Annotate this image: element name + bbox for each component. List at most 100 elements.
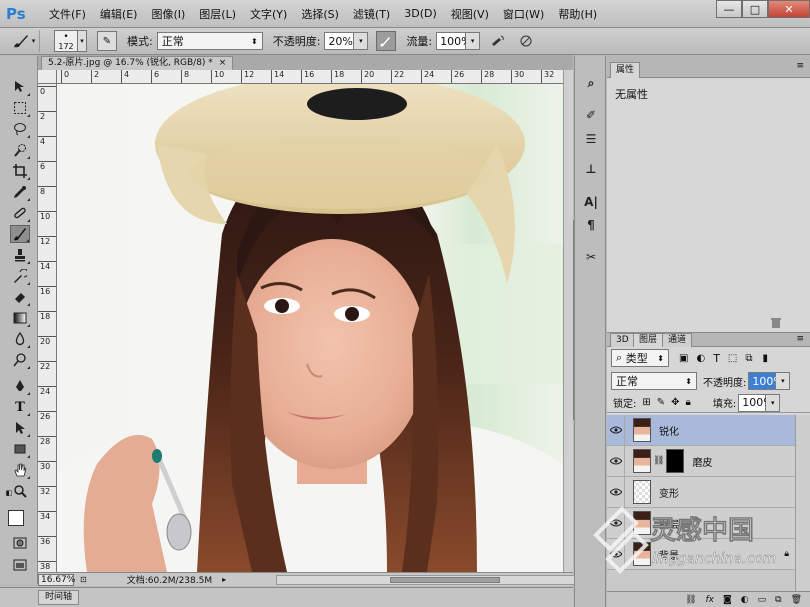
blur-tool[interactable] xyxy=(10,330,30,348)
layer-blend-mode-select[interactable]: 正常 ⬍ xyxy=(611,372,697,390)
move-tool[interactable] xyxy=(10,78,30,96)
layer-thumbnail[interactable] xyxy=(633,480,651,504)
eraser-tool[interactable] xyxy=(10,288,30,306)
tab-layers[interactable]: 图层 xyxy=(633,333,664,347)
gradient-tool[interactable] xyxy=(10,309,30,327)
adjustments-button[interactable]: ☰ xyxy=(580,128,602,150)
paragraph-panel-button[interactable]: ¶ xyxy=(580,214,602,236)
layer-row[interactable]: 背景 🔒︎ xyxy=(607,538,795,570)
pen-tool[interactable] xyxy=(10,377,30,395)
quick-selection-tool[interactable] xyxy=(10,141,30,159)
tool-preset-picker[interactable]: ▾ xyxy=(8,30,40,52)
layer-row[interactable]: 图层 xyxy=(607,507,795,539)
close-button[interactable]: ✕ xyxy=(768,0,810,18)
canvas-horizontal-scrollbar[interactable] xyxy=(276,575,594,585)
tab-3d[interactable]: 3D xyxy=(610,333,635,347)
layer-mask-thumbnail[interactable] xyxy=(666,449,685,473)
pressure-size-button[interactable] xyxy=(516,31,536,51)
lock-position-icon[interactable]: ✥ xyxy=(671,397,679,408)
filter-smart-object-icon[interactable]: ⧉ xyxy=(745,353,752,364)
layer-thumbnail[interactable] xyxy=(633,449,651,473)
delete-layer-icon[interactable]: 🗑︎ xyxy=(791,595,802,605)
menu-image[interactable]: 图像(I) xyxy=(144,6,192,22)
layer-opacity-field[interactable]: 100% xyxy=(748,372,784,390)
history-brush-tool[interactable] xyxy=(10,267,30,285)
new-layer-icon[interactable]: ⧉ xyxy=(775,595,781,605)
zoom-field[interactable]: 16.67% xyxy=(38,573,75,586)
lock-pixels-icon[interactable]: ✎ xyxy=(657,397,665,408)
eyedropper-tool[interactable] xyxy=(10,183,30,201)
ruler-origin[interactable] xyxy=(38,70,57,84)
visibility-eye-icon[interactable] xyxy=(607,414,625,446)
menu-window[interactable]: 窗口(W) xyxy=(496,6,551,22)
timeline-tab[interactable]: 时间轴 xyxy=(38,590,80,605)
clone-stamp-tool[interactable] xyxy=(10,246,30,264)
layer-thumbnail[interactable] xyxy=(633,511,651,535)
scrollbar-thumb[interactable] xyxy=(390,577,500,583)
adjustment-layer-icon[interactable]: ◐ xyxy=(741,595,749,605)
menu-type[interactable]: 文字(Y) xyxy=(243,6,294,22)
layer-row[interactable]: 变形 xyxy=(607,476,795,508)
layer-filter-select[interactable]: ⌕ 类型 ⬍ xyxy=(611,349,669,367)
layers-scrollbar[interactable] xyxy=(795,415,810,591)
visibility-eye-icon[interactable] xyxy=(607,538,625,570)
status-menu-arrow-icon[interactable]: ▸ xyxy=(222,575,226,584)
airbrush-button[interactable] xyxy=(488,31,508,51)
brush-picker-dropdown[interactable]: ▾ xyxy=(78,30,87,52)
menu-edit[interactable]: 编辑(E) xyxy=(93,6,145,22)
marquee-tool[interactable] xyxy=(10,99,30,117)
quick-mask-button[interactable] xyxy=(10,534,30,552)
brush-tool[interactable] xyxy=(10,225,30,243)
layer-row[interactable]: ⛓ 磨皮 xyxy=(607,445,795,477)
blend-mode-select[interactable]: 正常 ⬍ xyxy=(156,32,263,50)
lasso-tool[interactable] xyxy=(10,120,30,138)
fill-slider-button[interactable]: ▾ xyxy=(766,393,781,412)
link-layers-icon[interactable]: ⛓ xyxy=(685,595,696,605)
canvas-vertical-scrollbar[interactable] xyxy=(563,70,580,572)
type-tool[interactable]: T xyxy=(10,398,30,416)
tab-properties[interactable]: 属性 xyxy=(610,62,641,78)
layer-opacity-slider-button[interactable]: ▾ xyxy=(776,372,791,390)
maximize-button[interactable]: □ xyxy=(742,0,768,18)
new-group-icon[interactable]: ▭ xyxy=(758,595,767,605)
menu-filter[interactable]: 滤镜(T) xyxy=(346,6,397,22)
close-tab-icon[interactable]: × xyxy=(219,57,227,70)
menu-help[interactable]: 帮助(H) xyxy=(551,6,604,22)
screen-mode-button[interactable] xyxy=(10,556,30,574)
filter-toggle-icon[interactable]: ▮ xyxy=(763,353,769,364)
filter-shape-icon[interactable]: ⬚ xyxy=(728,353,737,364)
visibility-eye-icon[interactable] xyxy=(607,507,625,539)
path-selection-tool[interactable] xyxy=(10,419,30,437)
opacity-slider-button[interactable]: ▾ xyxy=(354,32,369,50)
flow-slider-button[interactable]: ▾ xyxy=(466,32,481,50)
lock-transparent-icon[interactable]: ⊞ xyxy=(642,397,650,408)
opacity-field[interactable]: 20% xyxy=(324,32,355,50)
vertical-ruler[interactable]: 0 2 4 6 8 10 12 14 16 18 20 22 24 26 28 30 32 34 36 38 xyxy=(38,84,57,572)
filter-type-icon[interactable]: T xyxy=(713,352,720,365)
menu-layer[interactable]: 图层(L) xyxy=(192,6,243,22)
character-panel-button[interactable]: A| xyxy=(580,191,602,213)
brush-size-picker[interactable]: • 172 xyxy=(54,30,78,52)
filter-pixel-icon[interactable]: ▣ xyxy=(679,353,688,364)
document-tab[interactable]: 5.2-原片.jpg @ 16.7% (锐化, RGB/8) * × xyxy=(41,56,234,70)
trash-icon[interactable] xyxy=(770,318,782,328)
pressure-opacity-button[interactable] xyxy=(376,31,397,51)
menu-file[interactable]: 文件(F) xyxy=(42,6,93,22)
panel-menu-icon[interactable]: ≡ xyxy=(796,334,804,344)
filter-adjustment-icon[interactable]: ◐ xyxy=(696,353,705,364)
default-colors-button[interactable]: ◧ xyxy=(4,488,14,498)
layer-row[interactable]: 锐化 xyxy=(607,414,795,446)
menu-view[interactable]: 视图(V) xyxy=(444,6,496,22)
lock-all-icon[interactable]: 🔒︎ xyxy=(686,397,691,408)
canvas-area[interactable] xyxy=(57,84,563,572)
menu-select[interactable]: 选择(S) xyxy=(294,6,346,22)
tool-presets-button[interactable]: ✂ xyxy=(580,246,602,268)
clone-source-button[interactable]: ⊥ xyxy=(580,158,602,180)
visibility-eye-icon[interactable] xyxy=(607,476,625,508)
layer-thumbnail[interactable] xyxy=(633,542,651,566)
brush-presets-button[interactable]: ✐ xyxy=(580,104,602,126)
healing-brush-tool[interactable] xyxy=(10,204,30,222)
dodge-tool[interactable] xyxy=(10,351,30,369)
horizontal-ruler[interactable]: 0 2 4 6 8 10 12 14 16 18 20 22 24 26 28 30 32 xyxy=(57,70,563,84)
layer-thumbnail[interactable] xyxy=(633,418,651,442)
